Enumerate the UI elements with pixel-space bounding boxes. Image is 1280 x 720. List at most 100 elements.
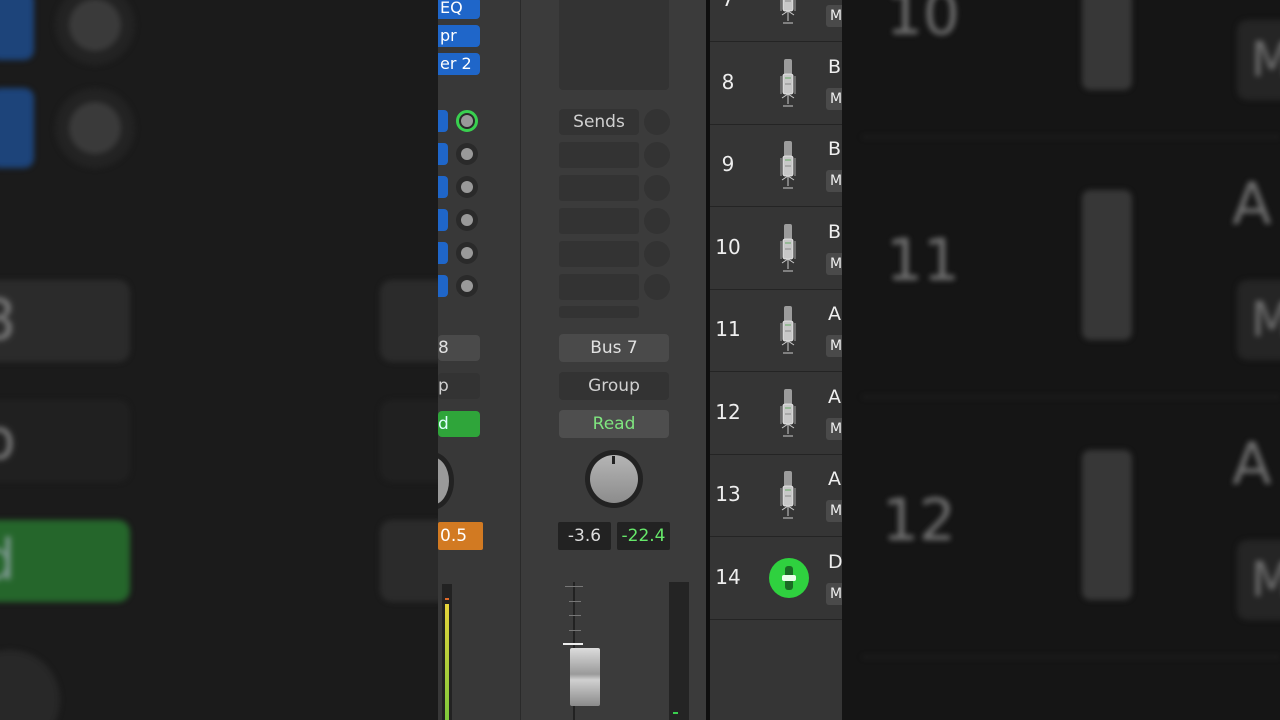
level-meter bbox=[442, 584, 452, 720]
group-button[interactable]: p bbox=[438, 373, 480, 399]
level-meter bbox=[669, 582, 689, 720]
mute-button[interactable]: M bbox=[826, 87, 842, 110]
microphone-icon bbox=[780, 470, 796, 520]
bg-knob bbox=[0, 650, 60, 720]
bg-knob bbox=[55, 88, 135, 168]
mute-button[interactable]: M bbox=[826, 252, 842, 275]
bg-knob bbox=[55, 0, 135, 65]
send-slot[interactable] bbox=[559, 175, 639, 201]
send-level-knob[interactable] bbox=[456, 143, 478, 165]
output-button[interactable]: 8 bbox=[438, 335, 480, 361]
send-slot[interactable] bbox=[438, 209, 448, 231]
bg-mute-button: M bbox=[1237, 540, 1280, 620]
microphone-icon bbox=[780, 140, 796, 190]
bg-track-name: A bbox=[1232, 430, 1272, 498]
send-slot[interactable] bbox=[559, 241, 639, 267]
bg-microphone-icon bbox=[1082, 450, 1132, 600]
background-left-zoom: 8 p d bbox=[0, 0, 438, 720]
bg-track-number: 11 bbox=[886, 226, 960, 294]
send-slot[interactable] bbox=[559, 208, 639, 234]
send-slot[interactable] bbox=[559, 306, 639, 318]
send-slot[interactable] bbox=[438, 242, 448, 264]
send-level-knob[interactable] bbox=[456, 110, 478, 132]
pan-knob[interactable] bbox=[438, 452, 454, 510]
bg-button bbox=[380, 400, 438, 482]
track-row[interactable]: 12 A M bbox=[710, 372, 842, 455]
plugin-slot[interactable]: er 2 bbox=[438, 53, 480, 75]
send-knob[interactable] bbox=[644, 175, 670, 201]
bg-microphone-icon bbox=[1082, 190, 1132, 340]
send-knob[interactable] bbox=[644, 274, 670, 300]
track-number: 12 bbox=[715, 399, 741, 424]
bg-track-name: A bbox=[1232, 170, 1272, 238]
channel-strip-bus7: Sends Bus 7 Group Read -3.6 -22.4 036912… bbox=[520, 0, 709, 720]
track-name[interactable]: D bbox=[828, 551, 842, 573]
track-row[interactable]: 7M bbox=[710, 0, 842, 42]
bg-track-number: 10 bbox=[886, 0, 960, 48]
send-knob[interactable] bbox=[644, 142, 670, 168]
mute-button[interactable]: M bbox=[826, 170, 842, 192]
send-level-knob[interactable] bbox=[456, 242, 478, 264]
send-knob[interactable] bbox=[644, 109, 670, 135]
microphone-icon bbox=[780, 305, 796, 355]
track-row[interactable]: 10 B M bbox=[710, 207, 842, 290]
bg-button bbox=[380, 280, 438, 362]
send-slot[interactable] bbox=[438, 143, 448, 165]
output-button[interactable]: Bus 7 bbox=[559, 334, 669, 362]
track-name[interactable]: A bbox=[828, 468, 841, 490]
plugin-slot[interactable]: pr bbox=[438, 25, 480, 47]
channel-strip-left: EQ pr er 2 8 p d 0.5 bbox=[438, 0, 520, 720]
background-right-zoom: 10 11 12 A A M M M bbox=[842, 0, 1280, 720]
bg-automation-button: d bbox=[0, 520, 130, 602]
mute-button[interactable]: M bbox=[826, 500, 842, 522]
microphone-icon bbox=[780, 388, 796, 438]
track-list: 7M8BM9BM10BM11AM12AM13AM14DM bbox=[710, 0, 842, 720]
track-number: 13 bbox=[715, 482, 741, 506]
mute-button[interactable]: M bbox=[826, 335, 842, 357]
track-number: 7 bbox=[710, 0, 746, 11]
send-level-knob[interactable] bbox=[456, 209, 478, 231]
send-slot[interactable] bbox=[438, 275, 448, 297]
send-level-knob[interactable] bbox=[456, 275, 478, 297]
volume-fader-handle[interactable] bbox=[570, 648, 600, 706]
track-row[interactable]: 13 A M bbox=[710, 454, 842, 537]
track-name[interactable]: A bbox=[828, 386, 841, 408]
sends-label: Sends bbox=[559, 109, 639, 135]
track-number: 9 bbox=[721, 152, 735, 176]
automation-button[interactable]: d bbox=[438, 411, 480, 437]
track-row[interactable]: 14 D M bbox=[710, 537, 842, 620]
send-level-knob[interactable] bbox=[456, 176, 478, 198]
peak-readout: -22.4 bbox=[617, 522, 670, 550]
bg-plugin-slot bbox=[0, 0, 34, 60]
mute-button[interactable]: M bbox=[826, 582, 842, 605]
track-row[interactable]: 11 A M bbox=[710, 289, 842, 372]
track-row[interactable]: 9 BM bbox=[710, 124, 842, 207]
microphone-icon bbox=[780, 58, 796, 108]
bg-button bbox=[380, 520, 438, 602]
send-slot[interactable] bbox=[438, 176, 448, 198]
track-name[interactable]: B bbox=[828, 138, 841, 160]
microphone-icon bbox=[780, 0, 796, 25]
pan-knob[interactable] bbox=[585, 450, 643, 508]
group-button[interactable]: Group bbox=[559, 372, 669, 400]
plugin-slot[interactable]: EQ bbox=[438, 0, 480, 19]
track-row[interactable]: 8 BM bbox=[710, 42, 842, 125]
mute-button[interactable]: M bbox=[826, 5, 842, 27]
track-number: 10 bbox=[715, 234, 741, 259]
automation-mode-button[interactable]: Read bbox=[559, 410, 669, 438]
mute-button[interactable]: M bbox=[826, 417, 842, 440]
track-name[interactable]: A bbox=[828, 303, 841, 325]
bg-mute-button: M bbox=[1237, 280, 1280, 360]
track-number: 11 bbox=[715, 317, 741, 341]
drummer-icon bbox=[769, 557, 809, 598]
send-slot[interactable] bbox=[559, 274, 639, 300]
bg-track-number: 12 bbox=[882, 486, 956, 554]
volume-readout[interactable]: -3.6 bbox=[558, 522, 611, 550]
send-knob[interactable] bbox=[644, 208, 670, 234]
track-number: 8 bbox=[721, 69, 735, 94]
send-slot[interactable] bbox=[438, 110, 448, 132]
track-name[interactable]: B bbox=[828, 56, 841, 78]
send-slot[interactable] bbox=[559, 142, 639, 168]
track-name[interactable]: B bbox=[828, 221, 841, 243]
send-knob[interactable] bbox=[644, 241, 670, 267]
